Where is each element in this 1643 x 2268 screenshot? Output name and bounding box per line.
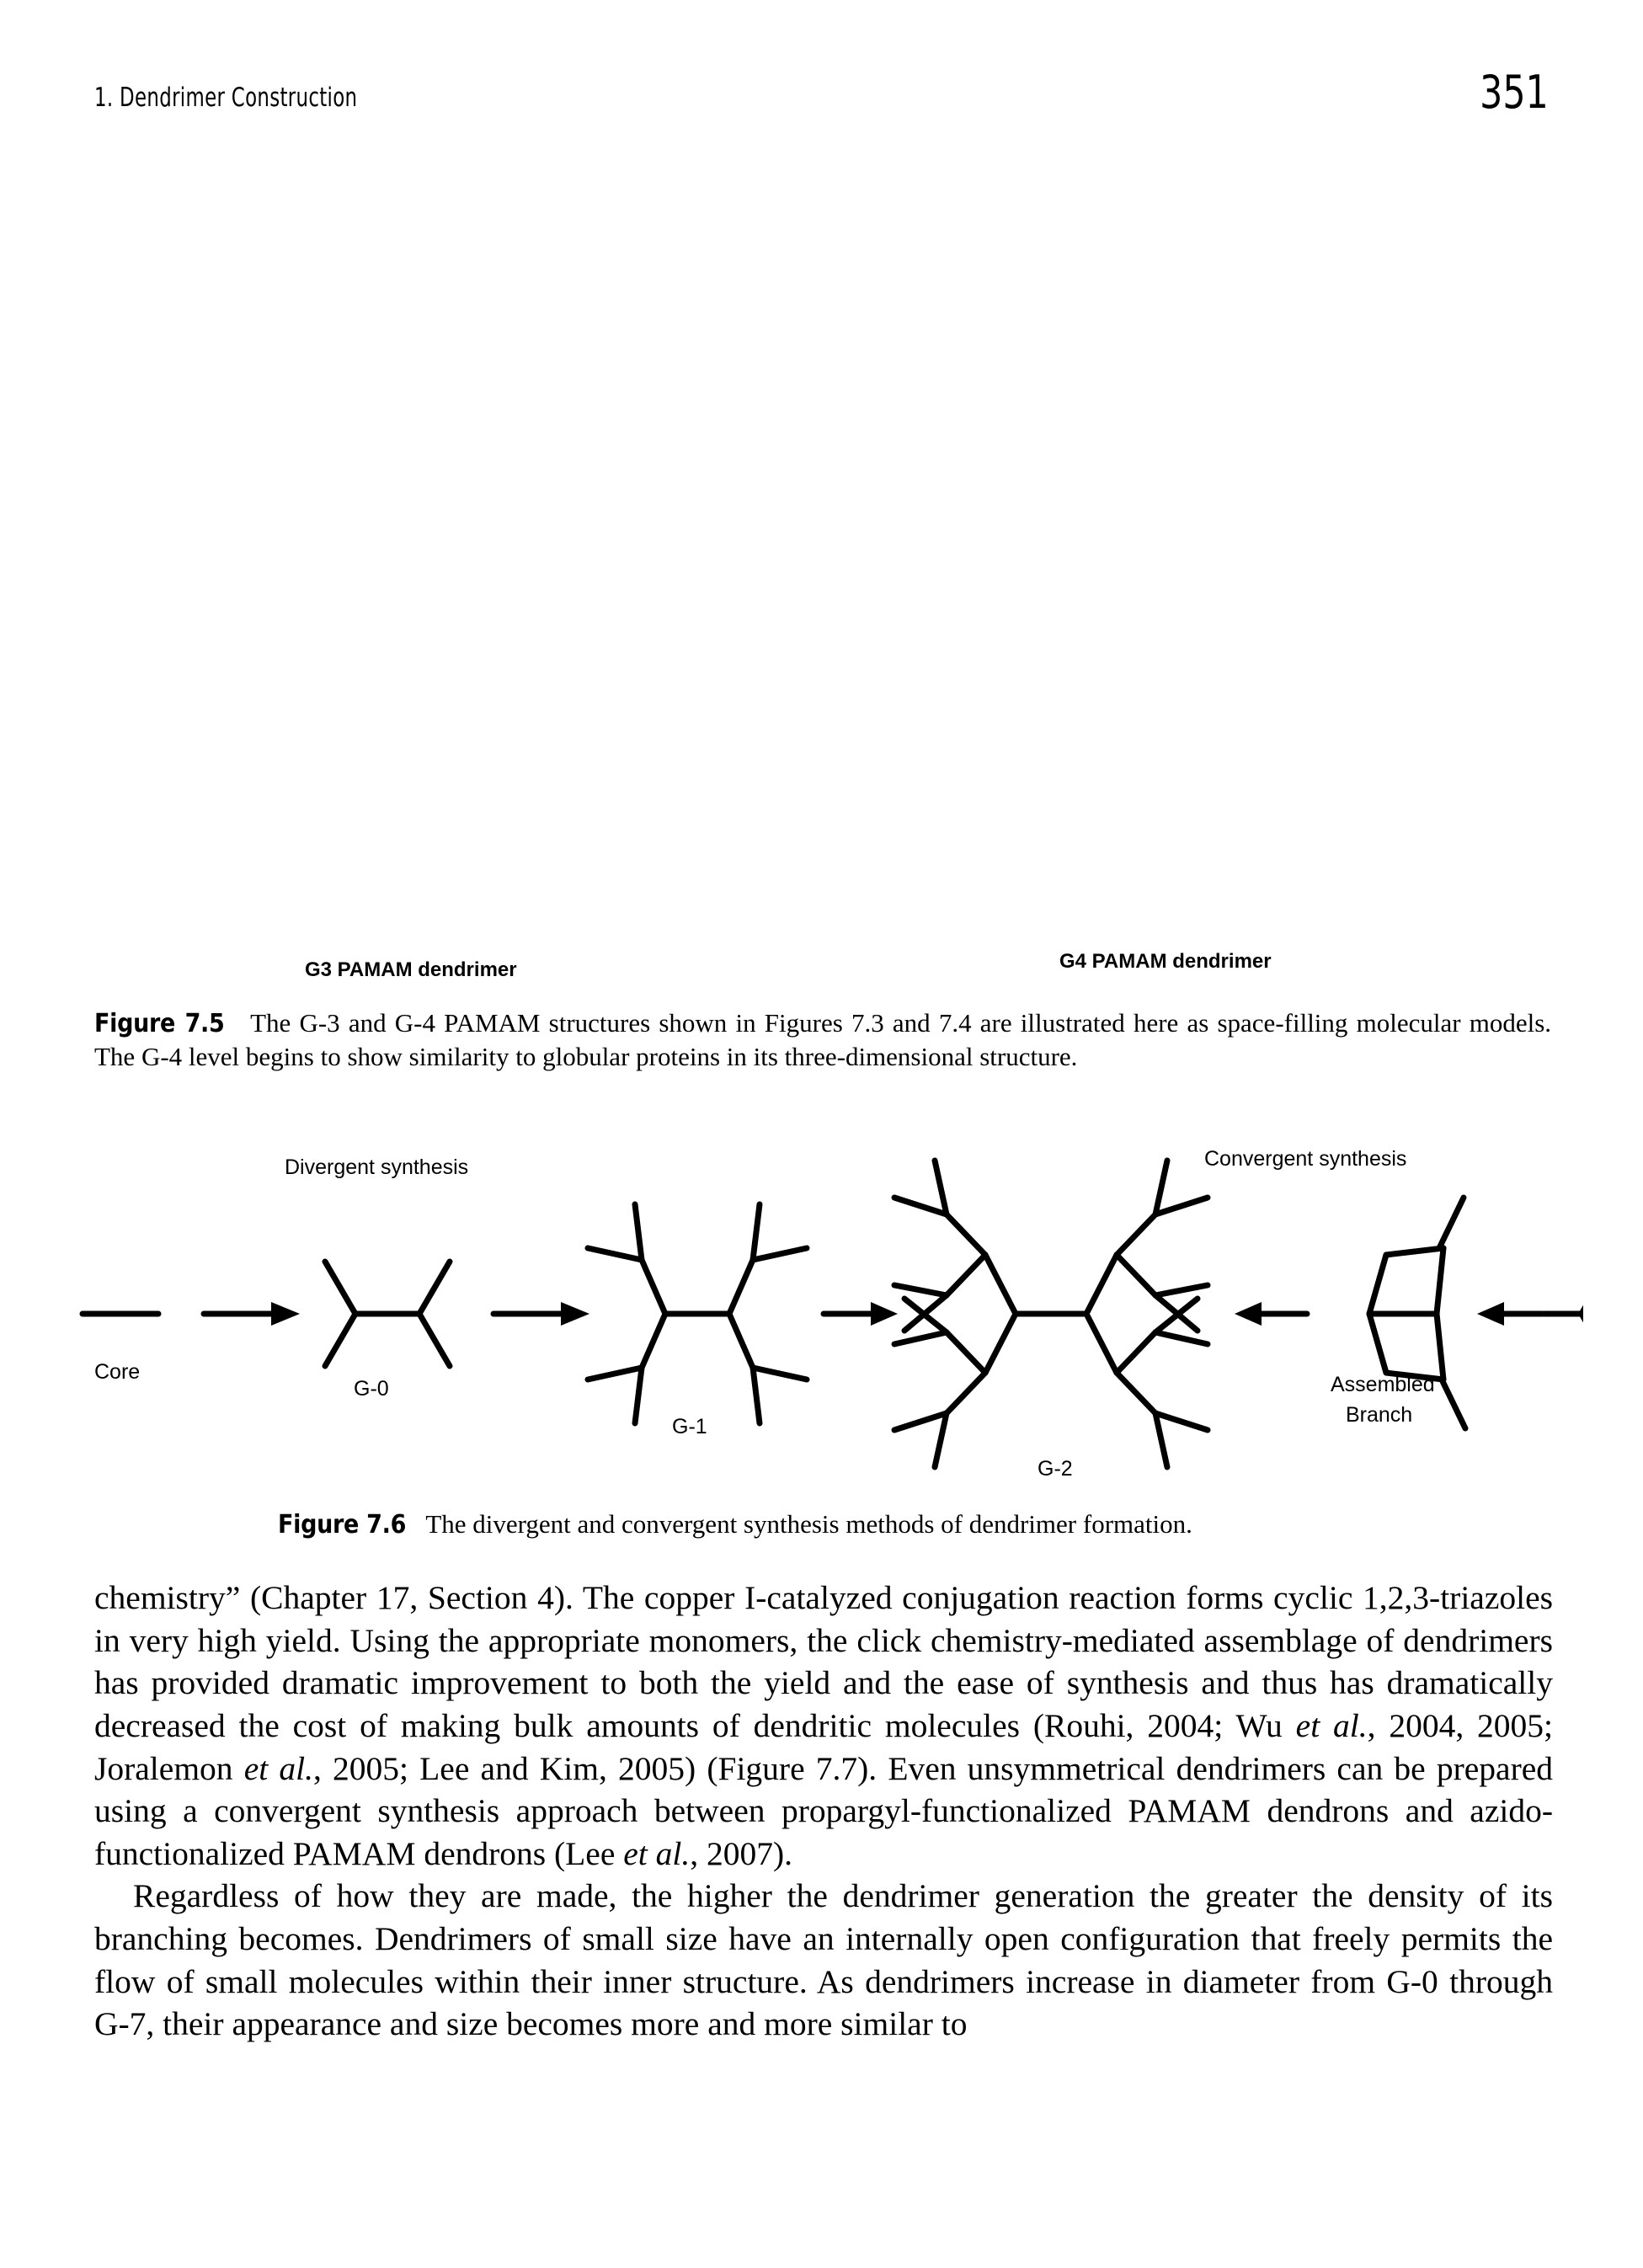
g4-pamam-space-filling-model (793, 147, 1551, 956)
g2-structure (891, 1157, 1211, 1470)
document-page: 1. Dendrimer Construction 351 G3 PAMAM d… (0, 0, 1643, 2268)
assembled-branch-label-line2: Branch (1346, 1403, 1413, 1427)
arrow-core-to-g0 (200, 1302, 300, 1326)
divergent-synthesis-label: Divergent synthesis (285, 1155, 469, 1179)
g4-model-label: G4 PAMAM dendrimer (1059, 950, 1272, 973)
running-head: 1. Dendrimer Construction (94, 83, 358, 113)
g0-structure (322, 1258, 453, 1369)
g3-pamam-space-filling-model (109, 147, 716, 905)
assembled-branch-label-line1: Assembled (1331, 1373, 1435, 1396)
figure-7-5-caption: Figure 7.5 The G-3 and G-4 PAMAM structu… (94, 1006, 1551, 1074)
para1-etal-3: et al. (623, 1834, 691, 1872)
figure-7-6-caption-text: The divergent and convergent synthesis m… (425, 1509, 1192, 1539)
figure-7-5-label: Figure 7.5 (94, 1009, 225, 1038)
figure-7-5-caption-text: The G-3 and G-4 PAMAM structures shown i… (94, 1008, 1552, 1072)
convergent-synthesis-label: Convergent synthesis (1204, 1147, 1407, 1171)
g1-structure (584, 1201, 810, 1427)
figure-7-6-label: Figure 7.6 (278, 1510, 407, 1540)
para1-etal-1: et al. (1295, 1706, 1368, 1744)
body-text: chemistry” (Chapter 17, Section 4). The … (94, 1577, 1553, 2046)
g0-label: G-0 (354, 1377, 389, 1401)
figure-7-5-image (94, 147, 1551, 956)
monomer-y-shape (1578, 1258, 1615, 1369)
figure-7-6-caption: Figure 7.6 The divergent and convergent … (278, 1508, 1373, 1541)
arrow-g1-to-g2 (820, 1302, 898, 1326)
para1-etal-2: et al. (243, 1749, 313, 1787)
paragraph-1: chemistry” (Chapter 17, Section 4). The … (94, 1577, 1553, 1875)
g2-label: G-2 (1038, 1457, 1073, 1481)
page-number: 351 (1480, 66, 1549, 119)
g3-model-label: G3 PAMAM dendrimer (305, 958, 517, 981)
figure-7-6-diagram: Divergent synthesis Convergent synthesis… (76, 1120, 1615, 1491)
para1-run4: , 2007). (690, 1834, 792, 1872)
paragraph-2: Regardless of how they are made, the hig… (94, 1877, 1553, 2043)
g1-label: G-1 (672, 1415, 707, 1438)
arrow-assembled-to-g2 (1235, 1302, 1310, 1326)
para1-run3: , 2005; Lee and Kim, 2005) (Figure 7.7).… (94, 1749, 1554, 1872)
core-label: Core (94, 1360, 141, 1384)
arrow-branch-to-assembled (1477, 1302, 1546, 1326)
arrow-g0-to-g1 (490, 1302, 589, 1326)
